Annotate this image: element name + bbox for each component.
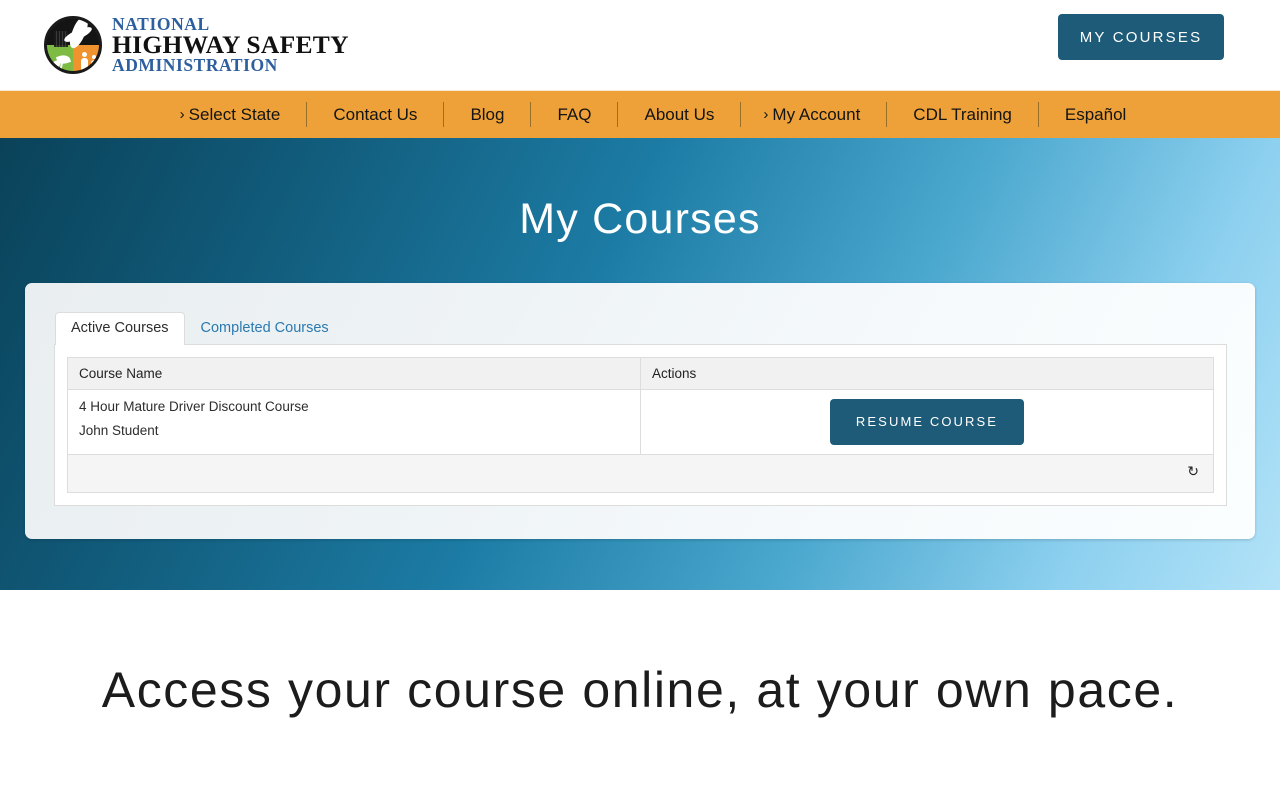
courses-table-head: Course Name Actions [67,357,1214,390]
main-navigation: › Select State Contact Us Blog FAQ About… [0,90,1280,138]
table-footer-cell: ↻ [67,454,1214,493]
nav-label: Contact Us [333,104,418,124]
active-courses-panel: Course Name Actions 4 Hour Mature Driver… [54,344,1227,506]
refresh-icon[interactable]: ↻ [1187,464,1199,478]
nav-label: My Account [772,104,861,124]
course-tabs: Active Courses Completed Courses [54,312,1227,346]
nav-item-about-us[interactable]: About Us [618,91,740,138]
logo-wordmark: NATIONAL HIGHWAY SAFETY ADMINISTRATION [112,15,349,75]
tab-label: Completed Courses [200,320,329,337]
tab-label: Active Courses [71,320,169,337]
logo-line-administration: ADMINISTRATION [112,54,278,75]
nav-separator [740,102,742,127]
hero-section: My Courses Active Courses Completed Cour… [0,138,1280,590]
nav-item-my-account[interactable]: › My Account [741,91,886,138]
nav-label: Select State [188,104,281,124]
nav-separator [617,102,619,127]
nav-list: › Select State Contact Us Blog FAQ About… [128,91,1153,138]
nav-item-espanol[interactable]: Español [1039,91,1152,138]
site-header: NATIONAL HIGHWAY SAFETY ADMINISTRATION M… [0,0,1280,90]
chevron-right-icon: › [763,106,769,123]
table-row: 4 Hour Mature Driver Discount Course Joh… [67,389,1214,455]
nav-item-contact-us[interactable]: Contact Us [307,91,443,138]
my-courses-button[interactable]: MY COURSES [1058,14,1224,60]
nav-label: Blog [470,104,505,124]
nav-separator [1037,102,1039,127]
nav-separator [886,102,888,127]
column-header-course-name: Course Name [67,357,641,390]
logo-line-highway-safety: HIGHWAY SAFETY [112,30,349,60]
nav-item-cdl-training[interactable]: CDL Training [887,91,1038,138]
course-name-cell: 4 Hour Mature Driver Discount Course Joh… [67,389,641,455]
table-header-row: Course Name Actions [67,357,1214,390]
tab-completed-courses[interactable]: Completed Courses [185,312,345,345]
nav-separator [443,102,445,127]
resume-course-button[interactable]: RESUME COURSE [829,399,1025,445]
courses-table-body: 4 Hour Mature Driver Discount Course Joh… [67,389,1214,493]
column-header-actions: Actions [640,357,1214,390]
table-footer-row: ↻ [67,454,1214,493]
nav-separator [530,102,532,127]
site-logo[interactable]: NATIONAL HIGHWAY SAFETY ADMINISTRATION [44,15,349,75]
my-courses-card: Active Courses Completed Courses Course … [25,283,1255,539]
page-title: My Courses [519,195,761,243]
nav-item-select-state[interactable]: › Select State [158,91,307,138]
course-actions-cell: RESUME COURSE [640,389,1214,455]
tab-active-courses[interactable]: Active Courses [55,312,185,346]
nav-label: Español [1064,104,1127,124]
promo-heading: Access your course online, at your own p… [101,662,1179,718]
nhsa-circular-emblem-icon [44,16,102,74]
chevron-right-icon: › [179,106,185,123]
courses-table: Course Name Actions 4 Hour Mature Driver… [67,357,1214,493]
nav-item-blog[interactable]: Blog [444,91,530,138]
nav-label: FAQ [557,104,592,124]
promo-section: Access your course online, at your own p… [0,590,1280,719]
nav-label: About Us [644,104,715,124]
student-name: John Student [79,423,159,438]
nav-item-faq[interactable]: FAQ [531,91,617,138]
nav-separator [306,102,308,127]
course-title: 4 Hour Mature Driver Discount Course [79,399,309,414]
nav-label: CDL Training [913,104,1012,124]
